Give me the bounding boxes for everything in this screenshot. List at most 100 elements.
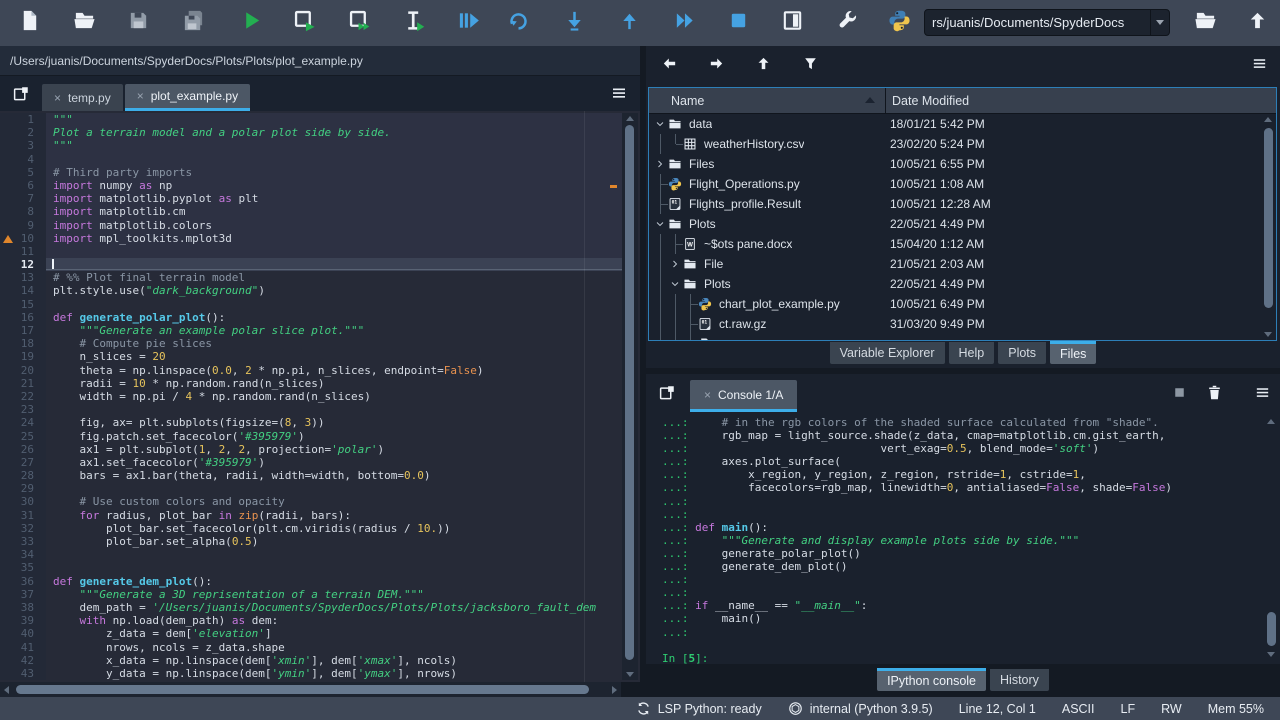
scroll-up-arrow[interactable]	[1267, 419, 1275, 424]
code-line-15: 15	[0, 298, 622, 311]
close-icon[interactable]: ×	[137, 89, 144, 103]
files-vscrollbar[interactable]	[1261, 114, 1275, 340]
editor-vscrollbar[interactable]	[622, 113, 638, 680]
table-row-data[interactable]: data18/01/21 5:42 PM	[649, 114, 1276, 134]
console-output[interactable]: ...: # in the rgb colors of the shaded s…	[662, 416, 1262, 664]
tab-history[interactable]: History	[990, 669, 1049, 691]
step-into-button[interactable]	[561, 10, 587, 36]
files-options-button[interactable]	[1246, 53, 1272, 79]
tab-plots[interactable]: Plots	[998, 342, 1046, 364]
editor-hscrollbar[interactable]	[0, 682, 621, 697]
tab-files[interactable]: Files	[1050, 341, 1096, 364]
table-row-~$ots pane.docx[interactable]: W~$ots pane.docx15/04/20 1:12 AM	[649, 234, 1276, 254]
table-row-weatherHistory.csv[interactable]: weatherHistory.csv23/02/20 5:24 PM	[649, 134, 1276, 154]
combo-dropdown-button[interactable]	[1150, 10, 1169, 35]
editor-vscroll-thumb[interactable]	[625, 125, 634, 660]
new-file-button[interactable]	[16, 10, 42, 36]
new-window-icon[interactable]	[12, 85, 30, 103]
preferences-button[interactable]	[834, 10, 860, 36]
close-icon[interactable]: ×	[704, 388, 711, 402]
working-directory-combo[interactable]: rs/juanis/Documents/SpyderDocs	[924, 9, 1170, 36]
editor-tabbar: ×temp.py×plot_example.py	[0, 76, 640, 111]
chevron-right-icon[interactable]	[653, 154, 668, 174]
run-cell-advance-button[interactable]	[346, 10, 372, 36]
python-env-button[interactable]	[886, 10, 912, 36]
table-row-Plots[interactable]: Plots22/05/21 4:49 PM	[649, 214, 1276, 234]
table-row-ct.raw.gz[interactable]: 01ct.raw.gz31/03/20 9:49 PM	[649, 314, 1276, 334]
scroll-up-arrow[interactable]	[1264, 117, 1272, 122]
editor-tab-temp.py[interactable]: ×temp.py	[42, 84, 123, 111]
text-cursor	[52, 259, 54, 269]
console-options-menu-icon[interactable]	[1254, 384, 1272, 402]
console-tab[interactable]: × Console 1/A	[690, 380, 797, 412]
working-directory-value[interactable]: rs/juanis/Documents/SpyderDocs	[925, 15, 1150, 30]
files-parent-button[interactable]	[750, 53, 776, 79]
debug-file-button[interactable]	[455, 10, 481, 36]
scroll-up-arrow[interactable]	[626, 116, 634, 121]
continue-button[interactable]	[671, 10, 697, 36]
code-line-39: 39 with np.load(dem_path) as dem:	[0, 614, 622, 627]
browse-directory-button[interactable]	[1192, 10, 1218, 36]
tab-ipython-console[interactable]: IPython console	[877, 668, 986, 691]
tree-connector	[668, 294, 683, 314]
files-vscroll-thumb[interactable]	[1264, 128, 1273, 308]
column-header-date[interactable]: Date Modified	[886, 94, 1276, 108]
open-file-button[interactable]	[71, 10, 97, 36]
code-editor[interactable]: 1"""2Plot a terrain model and a polar pl…	[0, 111, 640, 682]
interrupt-kernel-icon[interactable]	[1171, 384, 1189, 402]
column-header-name[interactable]: Name	[649, 88, 886, 113]
files-back-button[interactable]	[656, 53, 682, 79]
editor-hscroll-thumb[interactable]	[16, 685, 589, 694]
editor-options-menu-icon[interactable]	[610, 84, 628, 102]
code-line-30: 30 # Use custom colors and opacity	[0, 495, 622, 508]
step-return-button[interactable]	[616, 10, 642, 36]
new-console-icon[interactable]	[658, 384, 676, 402]
chevron-right-icon[interactable]	[668, 254, 683, 274]
table-row-File[interactable]: File21/05/21 2:03 AM	[649, 254, 1276, 274]
run-button[interactable]	[238, 10, 264, 36]
stop-button[interactable]	[725, 10, 751, 36]
table-row-Flight_Operations.py[interactable]: Flight_Operations.py10/05/21 1:08 AM	[649, 174, 1276, 194]
scroll-right-arrow[interactable]	[612, 686, 617, 694]
code-text: with np.load(dem_path) as dem:	[46, 614, 622, 627]
scroll-down-arrow[interactable]	[1267, 652, 1275, 657]
table-row-chart_plot_example.py[interactable]: chart_plot_example.py10/05/21 6:49 PM	[649, 294, 1276, 314]
console-vscrollbar[interactable]	[1264, 416, 1278, 660]
editor-tab-plot_example.py[interactable]: ×plot_example.py	[125, 84, 250, 111]
console-toolbar: × Console 1/A	[646, 374, 1280, 412]
tab-help[interactable]: Help	[949, 342, 995, 364]
chevron-down-icon[interactable]	[668, 274, 683, 294]
scroll-left-arrow[interactable]	[4, 686, 9, 694]
chevron-down-icon[interactable]	[653, 114, 668, 134]
file-tree-header: Name Date Modified	[649, 88, 1276, 114]
scroll-down-arrow[interactable]	[626, 672, 634, 677]
files-filter-button[interactable]	[797, 53, 823, 79]
maximize-pane-button[interactable]	[779, 10, 805, 36]
rerun-cell-button[interactable]	[505, 10, 531, 36]
table-row-Plots[interactable]: Plots22/05/21 4:49 PM	[649, 274, 1276, 294]
save-button[interactable]	[125, 10, 151, 36]
status-text: Line 12, Col 1	[959, 702, 1036, 716]
code-line-29: 29	[0, 482, 622, 495]
files-forward-button[interactable]	[703, 53, 729, 79]
chevron-down-icon[interactable]	[653, 214, 668, 234]
code-text: # Use custom colors and opacity	[46, 495, 622, 508]
console-vscroll-thumb[interactable]	[1267, 612, 1276, 646]
trash-icon[interactable]	[1206, 384, 1224, 402]
table-row-Flights_profile.Result[interactable]: 01Flights_profile.Result10/05/21 12:28 A…	[649, 194, 1276, 214]
run-cell-button[interactable]	[291, 10, 317, 36]
save-all-button[interactable]	[180, 10, 206, 36]
close-icon[interactable]: ×	[54, 91, 61, 105]
code-line-22: 22 width = np.pi / 4 * np.random.rand(n_…	[0, 390, 622, 403]
code-text: """Generate a 3D reprisentation of a ter…	[46, 588, 622, 601]
file-date: 15/04/20 1:12 AM	[890, 237, 984, 251]
run-selection-button[interactable]	[400, 10, 426, 36]
tab-variable-explorer[interactable]: Variable Explorer	[830, 342, 945, 364]
scroll-down-arrow[interactable]	[1264, 332, 1272, 337]
table-row-Files[interactable]: Files10/05/21 6:55 PM	[649, 154, 1276, 174]
code-text: dem_path = '/Users/juanis/Documents/Spyd…	[46, 601, 622, 614]
table-row[interactable]	[649, 334, 1276, 341]
line-number: 40	[0, 627, 46, 640]
parent-directory-button[interactable]	[1244, 10, 1270, 36]
column-ruler	[584, 111, 585, 682]
